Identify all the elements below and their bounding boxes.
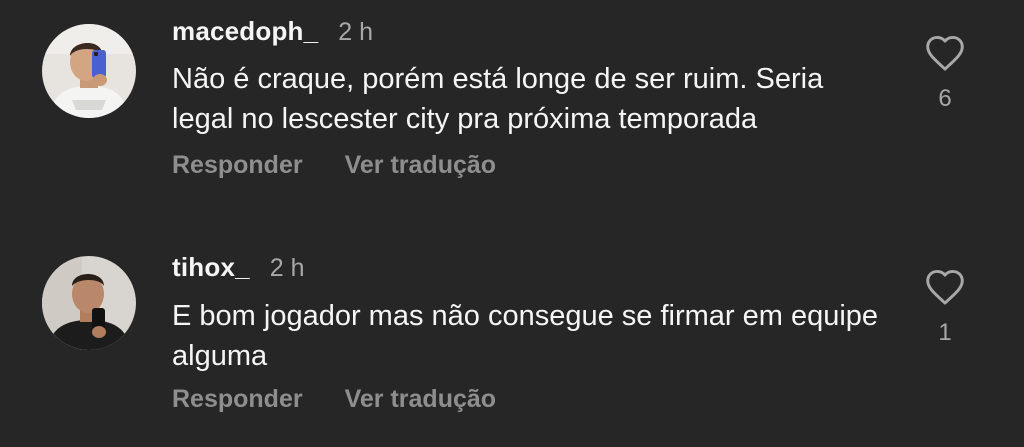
comment-text: E bom jogador mas não consegue se firmar… — [172, 300, 879, 372]
timestamp: 2 h — [338, 18, 374, 46]
like-count: 1 — [938, 319, 952, 346]
comment-item: tihox_ 2 h E bom jogador mas não consegu… — [0, 238, 1024, 447]
like-control: 1 — [920, 268, 970, 347]
comment-meta: tihox_ 2 h — [172, 252, 305, 283]
timestamp: 2 h — [269, 254, 305, 282]
see-translation-button[interactable]: Ver tradução — [345, 151, 496, 180]
like-control: 6 — [920, 34, 970, 113]
reply-button[interactable]: Responder — [172, 151, 303, 180]
avatar[interactable] — [42, 24, 136, 118]
avatar[interactable] — [42, 256, 136, 350]
username[interactable]: macedoph_ — [172, 16, 318, 47]
comment-actions: Responder Ver tradução — [172, 385, 538, 414]
reply-button[interactable]: Responder — [172, 385, 303, 414]
like-count: 6 — [938, 85, 952, 112]
comment-text: Não é craque, porém está longe de ser ru… — [172, 63, 824, 135]
avatar-photo — [42, 24, 136, 118]
comment-item: macedoph_ 2 h Não é craque, porém está l… — [0, 0, 1024, 215]
username[interactable]: tihox_ — [172, 252, 250, 283]
comment-meta: macedoph_ 2 h — [172, 16, 373, 47]
see-translation-button[interactable]: Ver tradução — [345, 385, 496, 414]
heart-outline-icon[interactable] — [924, 268, 966, 306]
avatar-photo — [42, 256, 136, 350]
heart-outline-icon[interactable] — [924, 34, 966, 72]
comment-actions: Responder Ver tradução — [172, 151, 538, 180]
